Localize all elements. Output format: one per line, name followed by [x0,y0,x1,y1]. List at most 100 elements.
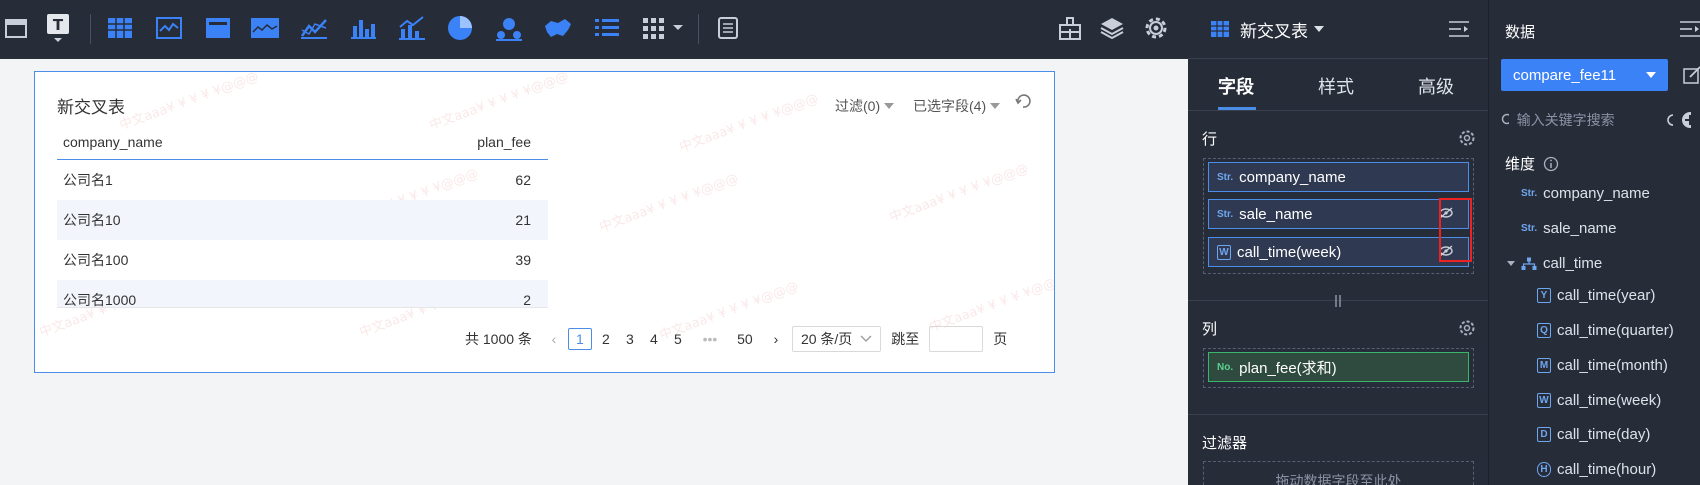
column-header[interactable]: company_name [57,134,357,150]
tab-advanced[interactable]: 高级 [1418,73,1454,99]
collapse-panel-icon[interactable] [1679,20,1700,38]
collapse-panel-icon[interactable] [1448,20,1470,38]
crosstab-table: company_name plan_fee 公司名1 62 公司名10 21 公… [57,124,548,308]
refresh-icon[interactable] [1014,92,1032,113]
dimension-field[interactable]: W call_time(week) [1537,392,1661,409]
number-type-icon: No. [1217,361,1234,373]
toolbar-divider [90,14,91,44]
chart-config-panel: 新交叉表 字段 样式 高级 行 Str. company_name Str. s… [1188,0,1488,485]
table-cell: 公司名1 [63,172,113,188]
line-chart-icon[interactable] [153,12,185,44]
layers-icon[interactable] [1096,12,1128,44]
hierarchy-icon [1521,257,1537,270]
dimension-field-group[interactable]: call_time [1507,255,1602,272]
layout-icon[interactable] [1054,12,1086,44]
data-panel-title: 数据 [1505,24,1536,41]
area-chart-icon[interactable] [249,12,281,44]
info-icon[interactable] [1543,156,1559,172]
page-button[interactable]: 1 [567,328,592,350]
field-name: call_time(day) [1557,426,1651,443]
search-icon [1501,113,1509,125]
resize-handle-icon[interactable] [1332,294,1344,308]
table-cell: 39 [515,252,531,268]
page-button[interactable]: 3 [618,328,642,350]
field-name: sale_name [1543,220,1617,237]
crosstab-card[interactable]: 中文aaa¥ ¥ ¥ ¥ ¥@@@ 中文aaa¥ ¥ ¥ ¥ ¥@@@ 中文aa… [34,71,1055,373]
page-button[interactable]: 2 [594,328,618,350]
gear-icon[interactable] [1140,12,1172,44]
dimension-field[interactable]: Q call_time(quarter) [1537,322,1674,339]
dimension-field[interactable]: M call_time(month) [1537,357,1668,374]
prev-page-icon[interactable]: ‹ [542,328,566,350]
note-icon[interactable] [712,12,744,44]
edit-icon[interactable] [1683,66,1700,84]
dimension-field[interactable]: H call_time(hour) [1537,461,1656,478]
field-name: call_time [1543,255,1603,272]
row-field-pill[interactable]: Str. company_name [1208,162,1469,192]
svg-text:T: T [53,16,64,34]
map-icon[interactable] [542,12,574,44]
chart-type-title[interactable]: 新交叉表 [1240,17,1308,42]
field-name: company_name [1239,168,1346,186]
card-icon[interactable] [202,12,234,44]
bar-chart-icon[interactable] [347,12,379,44]
filter-dropdown[interactable]: 过滤(0) [835,96,895,116]
selected-fields-dropdown[interactable]: 已选字段(4) [913,96,1001,116]
table-icon [1211,21,1229,37]
quarter-type-icon: Q [1537,323,1551,338]
page-unit-label: 页 [993,331,1008,347]
field-name: call_time(month) [1557,357,1668,374]
tab-style[interactable]: 样式 [1318,73,1354,99]
dimension-field[interactable]: Str. company_name [1521,185,1650,202]
dimension-field[interactable]: Y call_time(year) [1537,287,1655,304]
window-icon[interactable] [0,12,32,44]
year-type-icon: Y [1537,288,1551,303]
rows-drop-zone[interactable]: Str. company_name Str. sale_name W call_… [1203,158,1474,274]
refresh-icon[interactable] [1665,112,1674,128]
table-body: 公司名1 62 公司名10 21 公司名100 39 公司名1000 2 [57,160,548,308]
table-cell: 2 [523,292,531,308]
more-pages-ellipsis[interactable]: ••• [690,328,730,350]
jump-page-input[interactable] [929,326,984,352]
dimension-field[interactable]: Str. sale_name [1521,220,1617,237]
row-field-pill[interactable]: Str. sale_name [1208,199,1469,229]
next-page-icon[interactable]: › [764,328,788,350]
grid-more-icon[interactable] [640,12,686,44]
caret-down-icon[interactable] [1314,26,1324,32]
field-name: company_name [1543,185,1650,202]
dimension-field[interactable]: D call_time(day) [1537,426,1650,443]
page-size-select[interactable]: 20 条/页 [791,326,882,352]
string-type-icon: Str. [1217,171,1234,183]
field-name: sale_name [1239,205,1313,223]
scatter-icon[interactable] [493,12,525,44]
combo-chart-icon[interactable] [396,12,428,44]
filter-section-label: 过滤器 [1202,435,1248,452]
tab-fields[interactable]: 字段 [1218,73,1254,99]
table-icon[interactable] [104,12,136,44]
page-button[interactable]: 50 [730,328,760,350]
text-icon[interactable]: T [42,12,74,44]
expand-caret-icon[interactable] [1507,261,1515,266]
trend-icon[interactable] [298,12,330,44]
list-icon[interactable] [591,12,623,44]
field-name: call_time(week) [1237,243,1342,261]
page-button[interactable]: 5 [666,328,690,350]
column-field-pill[interactable]: No. plan_fee(求和) [1208,352,1469,382]
filter-drop-zone[interactable]: 拖动数据字段至此处 [1203,461,1474,485]
dimension-header: 维度 [1505,153,1559,174]
add-icon[interactable] [1681,111,1691,129]
gear-icon[interactable] [1458,129,1476,147]
column-header[interactable]: plan_fee [357,134,548,150]
columns-drop-zone[interactable]: No. plan_fee(求和) [1203,348,1474,388]
pie-chart-icon[interactable] [444,12,476,44]
gear-icon[interactable] [1458,319,1476,337]
row-field-pill[interactable]: W call_time(week) [1208,237,1469,267]
page-button[interactable]: 4 [642,328,666,350]
hour-type-icon: H [1537,462,1551,477]
chevron-down-icon [860,335,872,342]
dataset-select[interactable]: compare_fee11 [1501,59,1668,91]
field-search-input[interactable] [1516,112,1657,128]
filter-drop-placeholder: 拖动数据字段至此处 [1275,473,1402,485]
panel-header: 新交叉表 [1188,0,1488,59]
table-cell: 公司名10 [63,212,121,228]
